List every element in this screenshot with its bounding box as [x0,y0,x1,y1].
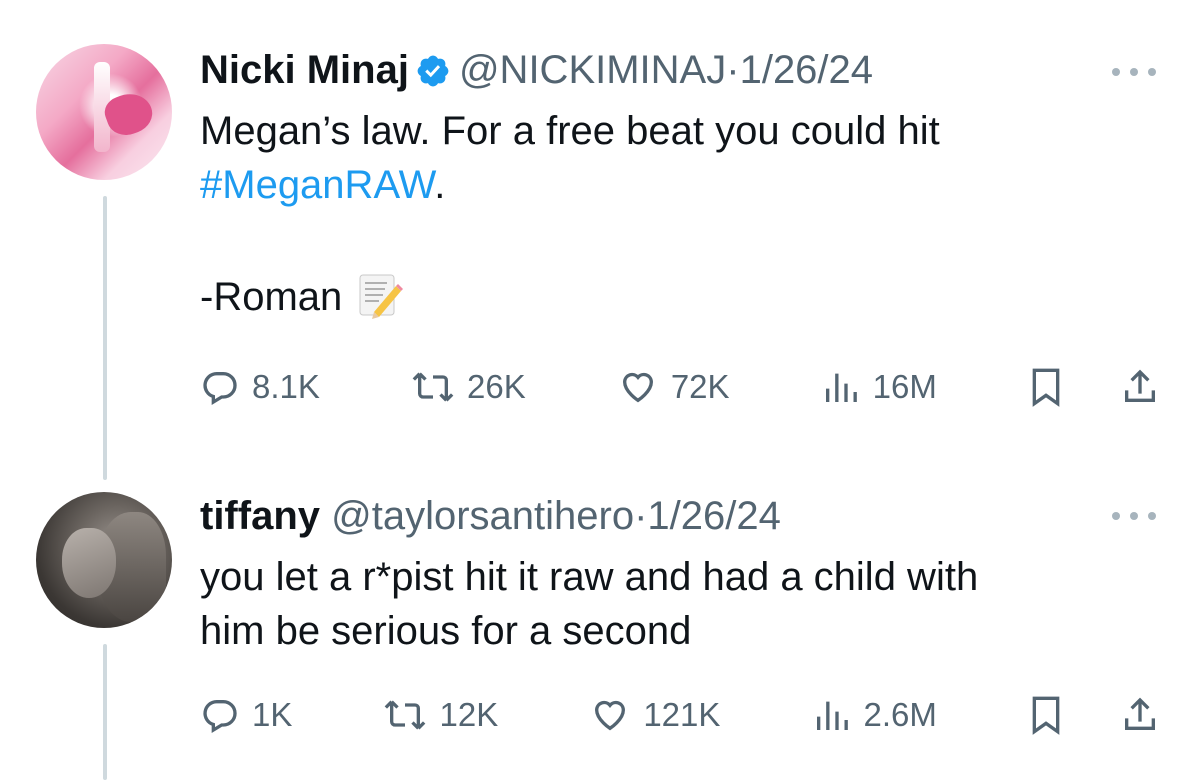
reply-count: 8.1K [252,368,320,405]
like-button[interactable]: 121K [589,695,720,735]
memo-icon [356,272,404,334]
verified-badge-icon [415,52,451,100]
thread-connector-line [103,196,107,480]
avatar[interactable] [36,492,172,628]
retweet-button[interactable]: 26K [411,367,526,407]
reply-icon [203,372,237,405]
tweet-text: you let a r*pist hit it raw and had a ch… [200,550,978,658]
author-handle[interactable]: @NICKIMINAJ [459,48,726,92]
retweet-button[interactable]: 12K [383,695,498,735]
reply-button[interactable]: 1K [200,695,292,735]
tweet-text: Megan’s law. For a free beat you could h… [200,104,940,334]
views-bar-chart-icon [816,701,848,730]
tweet-actions: 1K 12K 121K 2.6M [200,690,1160,740]
retweet-icon [385,700,426,730]
like-count: 72K [670,368,730,405]
bookmark-icon[interactable] [1028,695,1064,735]
reply-button[interactable]: 8.1K [200,367,320,407]
tweet-actions: 8.1K 26K 72K 16M [200,362,1160,412]
thread-connector-line [103,644,107,780]
hashtag-link[interactable]: #MeganRAW [200,163,434,207]
retweet-icon [412,372,454,402]
tweet-signature: -Roman [200,275,343,319]
view-count: 2.6M [863,696,937,733]
tweet-header: tiffany @taylorsantihero·1/26/24 [200,492,781,540]
tweet-text-line: him be serious for a second [200,609,692,653]
views-button[interactable]: 16M [821,367,937,407]
reply-count: 1K [252,696,293,733]
share-icon[interactable] [1120,367,1160,407]
tweet-text-punctuation: . [434,163,446,207]
separator: · [634,494,648,538]
heart-icon [622,372,653,403]
author-name[interactable]: Nicki Minaj [200,48,409,92]
bookmark-icon[interactable] [1028,367,1064,407]
separator: · [726,48,740,92]
reply-icon [203,700,237,733]
more-options-icon[interactable] [1112,66,1156,78]
author-handle[interactable]: @taylorsantihero [331,494,634,538]
retweet-count: 12K [439,696,499,733]
view-count: 16M [872,368,937,405]
like-button[interactable]: 72K [617,367,730,407]
views-bar-chart-icon [825,373,857,402]
tweet-date[interactable]: 1/26/24 [647,494,780,538]
author-name[interactable]: tiffany [200,494,320,538]
retweet-count: 26K [467,368,526,405]
tweet-header: Nicki Minaj @NICKIMINAJ·1/26/24 [200,46,873,100]
views-button[interactable]: 2.6M [812,695,937,735]
more-options-icon[interactable] [1112,510,1156,522]
avatar[interactable] [36,44,172,180]
tweet-text-line: Megan’s law. For a free beat you could h… [200,109,940,153]
tweet-text-line: you let a r*pist hit it raw and had a ch… [200,555,979,599]
like-count: 121K [643,696,721,733]
tweet-date[interactable]: 1/26/24 [740,48,873,92]
heart-icon [595,700,626,731]
share-icon[interactable] [1120,695,1160,735]
